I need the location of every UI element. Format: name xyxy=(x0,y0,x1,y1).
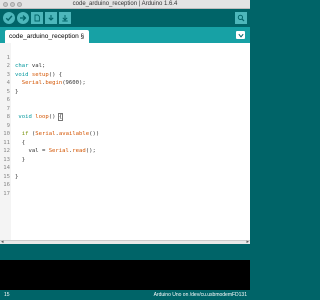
tab-label: code_arduino_reception § xyxy=(9,33,85,40)
code-line: 10 { xyxy=(0,122,250,146)
code-line: 16 xyxy=(0,173,250,188)
chevron-down-icon xyxy=(237,33,244,38)
serial-monitor-button[interactable] xyxy=(235,12,247,24)
window-controls xyxy=(3,2,22,7)
code-line: 11 val = Serial.read(); xyxy=(0,130,250,155)
message-area xyxy=(0,244,250,260)
toolbar xyxy=(0,9,250,27)
code-line: 8 xyxy=(0,105,250,120)
save-button[interactable] xyxy=(59,12,71,24)
code-line: 15 xyxy=(0,164,250,180)
code-line: 9 if (Serial.available()) xyxy=(0,113,250,138)
code-line: 7 void loop() { xyxy=(0,96,250,121)
tab-menu-button[interactable] xyxy=(236,31,245,39)
code-line: 13 xyxy=(0,147,250,163)
magnifier-icon xyxy=(237,14,245,22)
current-line-number: 15 xyxy=(4,292,10,298)
code-line: 4 } xyxy=(0,71,250,95)
upload-button[interactable] xyxy=(17,12,29,24)
window-title: code_arduino_reception | Arduino 1.6.4 xyxy=(72,1,178,7)
zoom-window-button[interactable] xyxy=(17,2,22,7)
minimize-window-button[interactable] xyxy=(10,2,15,7)
new-button[interactable] xyxy=(31,12,43,24)
code-line: 3 Serial.begin(9600); xyxy=(0,62,250,87)
open-icon xyxy=(48,15,54,21)
code-line: 17 xyxy=(0,181,250,197)
tab-sketch[interactable]: code_arduino_reception § xyxy=(5,30,89,43)
board-port-info: Arduino Uno on /dev/cu.usbmodemFD131 xyxy=(153,292,247,298)
verify-icon xyxy=(5,15,13,22)
verify-button[interactable] xyxy=(3,12,15,24)
open-button[interactable] xyxy=(45,12,57,24)
status-bar: 15 Arduino Uno on /dev/cu.usbmodemFD131 xyxy=(0,290,250,300)
upload-icon xyxy=(20,15,27,21)
code-line: 2 void setup() { xyxy=(0,54,250,78)
tab-bar: code_arduino_reception § xyxy=(0,27,250,43)
close-window-button[interactable] xyxy=(3,2,8,7)
code-editor[interactable]: 1 char val; 2 void setup() { 3 Serial.be… xyxy=(0,43,250,240)
new-icon xyxy=(34,14,40,22)
code-line: 12 } xyxy=(0,139,250,163)
console-output[interactable] xyxy=(0,260,250,290)
code-line: 6 xyxy=(0,88,250,103)
code-line: 1 char val; xyxy=(0,45,250,70)
save-icon xyxy=(62,15,68,22)
code-line: 5 xyxy=(0,79,250,95)
window-titlebar: code_arduino_reception | Arduino 1.6.4 xyxy=(0,0,250,9)
code-line: 14 } xyxy=(0,156,250,180)
line-number: 17 xyxy=(3,190,10,197)
